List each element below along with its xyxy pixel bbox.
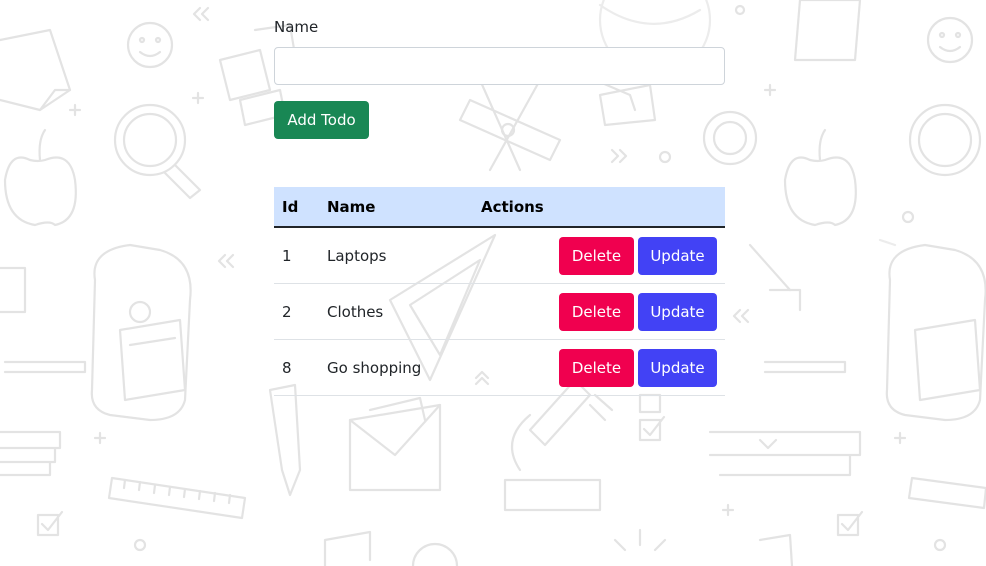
row-actions: Delete Update xyxy=(481,227,725,284)
delete-button[interactable]: Delete xyxy=(559,292,634,331)
table-row: 1 Laptops Delete Update xyxy=(274,227,725,284)
row-name: Laptops xyxy=(327,227,481,284)
add-todo-button[interactable]: Add Todo xyxy=(274,101,369,139)
update-button[interactable]: Update xyxy=(638,348,717,387)
row-actions: Delete Update xyxy=(481,283,725,340)
header-actions: Actions xyxy=(481,187,725,228)
table-row: 8 Go shopping Delete Update xyxy=(274,339,725,396)
row-id: 1 xyxy=(274,227,327,284)
row-name: Go shopping xyxy=(327,339,481,396)
row-name: Clothes xyxy=(327,283,481,340)
name-label: Name xyxy=(274,18,319,36)
update-button[interactable]: Update xyxy=(638,292,717,331)
table-row: 2 Clothes Delete Update xyxy=(274,283,725,340)
delete-button[interactable]: Delete xyxy=(559,236,634,275)
row-actions: Delete Update xyxy=(481,339,725,396)
row-id: 2 xyxy=(274,283,327,340)
header-name: Name xyxy=(327,187,481,228)
table-header-row: Id Name Actions xyxy=(274,187,725,228)
todo-table: Id Name Actions 1 Laptops Delete Update 2… xyxy=(274,187,725,396)
header-id: Id xyxy=(274,187,327,228)
row-id: 8 xyxy=(274,339,327,396)
delete-button[interactable]: Delete xyxy=(559,348,634,387)
update-button[interactable]: Update xyxy=(638,236,717,275)
name-input[interactable] xyxy=(274,47,725,85)
